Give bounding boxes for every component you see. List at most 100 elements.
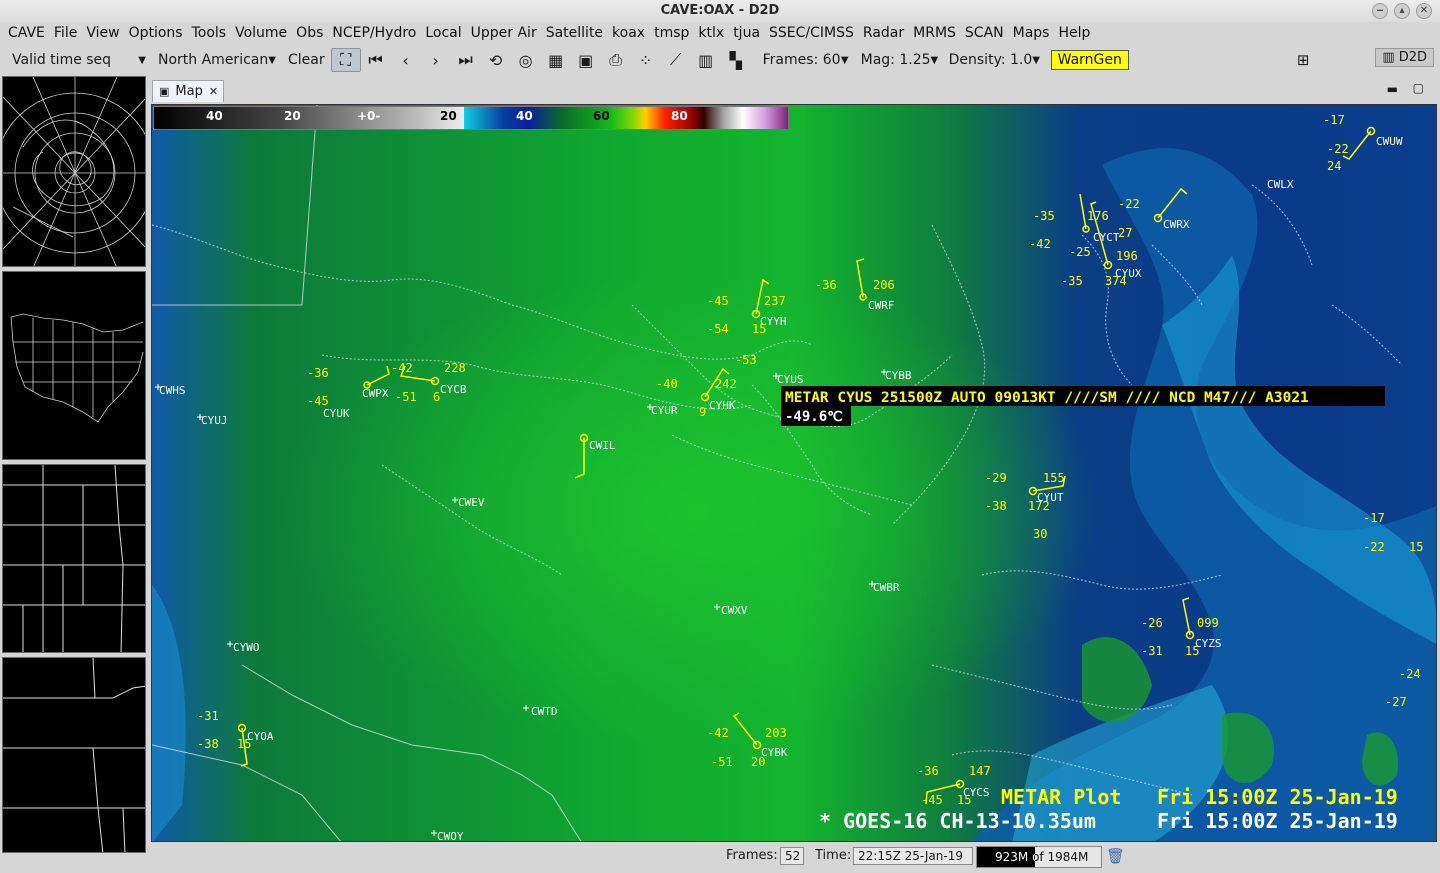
cyzs-tendency: 15 [1185,644,1199,658]
menu-tools[interactable]: Tools [192,25,236,41]
menubar: CAVE File View Options Tools Volume Obs … [0,22,1440,44]
points-icon[interactable]: ⁘ [631,48,661,72]
menu-koax[interactable]: koax [612,25,654,41]
cyyh-pressure: 237 [764,294,786,308]
cycs-tendency: 15 [957,793,971,807]
station-cyur: CYUR [651,404,678,417]
cyhk-pressure: 242 [715,377,737,391]
tab-map[interactable]: ▣ Map ✕ [152,80,224,102]
refresh-icon[interactable]: ◎ [511,48,541,72]
menu-volume[interactable]: Volume [235,25,296,41]
close-tab-icon[interactable]: ✕ [209,85,218,98]
cycb-dewpoint: -51 [395,390,417,404]
menu-file[interactable]: File [54,25,86,41]
cyoa-dewpoint: -38 [197,737,219,751]
color-map-icon[interactable]: ▦ [541,48,571,72]
thumbnail-region[interactable] [2,464,146,653]
trash-icon[interactable]: 🗑 [1106,847,1125,865]
conus-map-thumbnail [10,313,144,423]
clear-button[interactable]: Clear [282,52,331,68]
thumbnail-polar[interactable] [2,76,146,267]
cyoa-tendency: 15 [237,737,251,751]
cwpx-temp: -36 [307,366,329,380]
baseline-icon[interactable]: ⟋ [661,48,691,72]
next-frame-icon[interactable]: › [421,48,451,72]
open-perspective-icon[interactable]: ⊞ [1297,51,1310,69]
window-title: CAVE:OAX - D2D [660,3,780,18]
thumbnail-conus[interactable] [2,271,146,460]
menu-ktlx[interactable]: ktlx [698,25,733,41]
cyux-temp-3: -35 [1061,274,1083,288]
window-controls: ‒ ▴ ✕ [1372,3,1432,19]
frames-status-value: 52 [780,847,804,865]
menu-mrms[interactable]: MRMS [913,25,965,41]
menu-upper-air[interactable]: Upper Air [471,25,546,41]
menu-tmsp[interactable]: tmsp [654,25,698,41]
cyux-pressure-2: 196 [1116,249,1138,263]
menu-cave[interactable]: CAVE [8,25,54,41]
cyoa-temp: -31 [197,709,219,723]
cyyh-temp: -45 [707,294,729,308]
menu-local[interactable]: Local [425,25,470,41]
cyyh-dewpoint: -54 [707,322,729,336]
menu-ncep-hydro[interactable]: NCEP/Hydro [332,25,425,41]
panel-layout-icon[interactable]: ▥ [691,48,721,72]
cyzs-temp: -26 [1141,616,1163,630]
prev-frame-icon[interactable]: ‹ [391,48,421,72]
menu-maps[interactable]: Maps [1013,25,1059,41]
cyhk-dewpoint: -53 [735,353,757,367]
maximize-icon[interactable]: ▴ [1394,3,1410,19]
perspective-icon: ▥ [1382,50,1395,65]
d2d-perspective-button[interactable]: ▥ D2D [1375,48,1434,67]
thumbnail-panels [0,76,148,854]
chevron-down-icon: ▼ [138,54,146,66]
density-combo[interactable]: Density: 1.0 ▼ [943,52,1045,68]
thumbnail-local[interactable] [2,657,146,853]
image-combine-icon[interactable]: ▣ [571,48,601,72]
chevron-down-icon: ▼ [930,54,939,66]
valid-time-combo[interactable]: Valid time seq ▼ [6,52,152,68]
density-label: Density: 1.0 [948,52,1033,68]
wind-barbs [237,126,1376,805]
menu-obs[interactable]: Obs [296,25,332,41]
menu-radar[interactable]: Radar [863,25,913,41]
cyhk-temp: -40 [656,377,678,391]
zoom-extent-icon[interactable]: ⛶ [330,48,361,72]
four-panel-icon[interactable]: ▚ [721,48,751,72]
last-frame-icon[interactable]: ⏭ [451,48,481,72]
status-bar: Frames: 52 Time: 22:15Z 25-Jan-19 923M o… [0,846,1440,868]
station-cwhs: CWHS [159,384,186,397]
cybk-dewpoint: -51 [711,755,733,769]
sample-metar-text: METAR CYUS 251500Z AUTO 09013KT ////SM /… [785,390,1309,406]
first-frame-icon[interactable]: ⏮ [361,48,391,72]
warngen-button[interactable]: WarnGen [1050,50,1129,70]
station-cwtd: CWTD [531,705,558,718]
tab-map-label: Map [175,84,203,99]
close-icon[interactable]: ✕ [1416,3,1432,19]
menu-options[interactable]: Options [129,25,192,41]
chevron-down-icon: ▼ [268,54,276,66]
time-status-label: Time: [815,848,852,863]
menu-tjua[interactable]: tjua [733,25,769,41]
mag-combo[interactable]: Mag: 1.25 ▼ [855,52,943,68]
cyzs-pressure: 099 [1197,616,1219,630]
menu-view[interactable]: View [86,25,128,41]
maximize-view-icon[interactable]: ▢ [1413,81,1424,95]
frames-combo[interactable]: Frames: 60 ▼ [757,52,855,68]
minimize-view-icon[interactable]: ▬ [1387,82,1398,96]
minimize-icon[interactable]: ‒ [1372,3,1388,19]
legend-goes: * GOES-16 CH-13-10.35um [819,809,1096,833]
projection-combo[interactable]: North American ▼ [152,52,282,68]
cwpx-dewpoint: -45 [307,394,329,408]
station-cwpx: CWPX [362,387,389,400]
memory-meter: 923M of 1984M [976,846,1102,868]
loop-icon[interactable]: ⟲ [481,48,511,72]
projection-label: North American [158,52,269,68]
print-icon[interactable]: ⎙ [601,48,631,72]
menu-ssec-cimss[interactable]: SSEC/CIMSS [769,25,863,41]
menu-scan[interactable]: SCAN [965,25,1013,41]
cyut-dewpoint: -38 [985,499,1007,513]
station-cyuj: CYUJ [201,414,228,427]
menu-satellite[interactable]: Satellite [546,25,612,41]
menu-help[interactable]: Help [1058,25,1099,41]
